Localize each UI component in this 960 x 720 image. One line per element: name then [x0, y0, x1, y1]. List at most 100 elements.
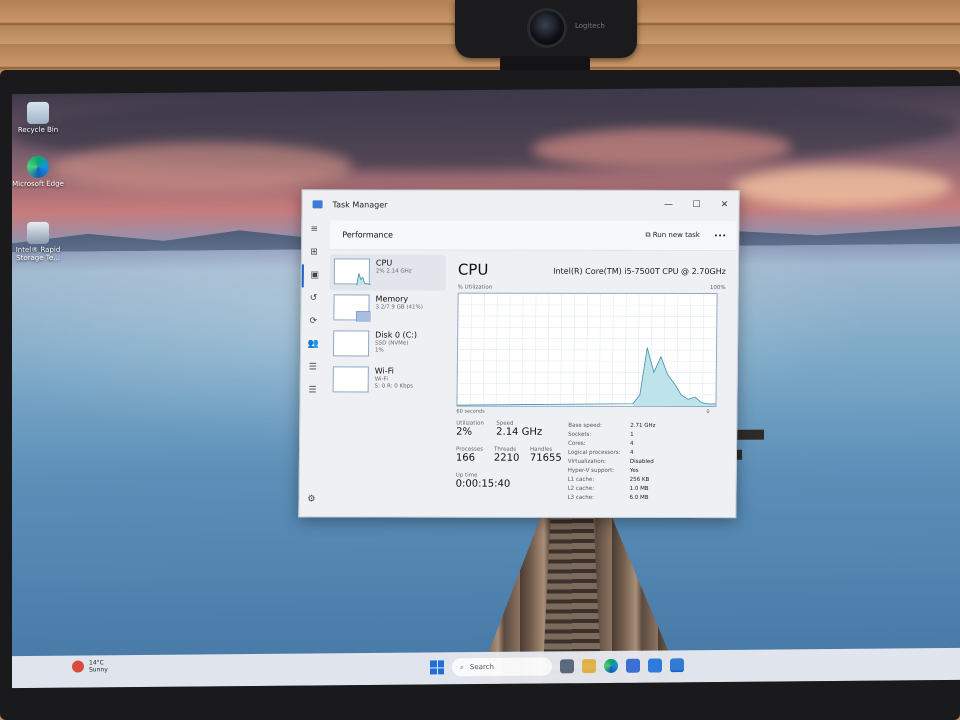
spec-value: Disabled: [629, 458, 654, 465]
maximize-button[interactable]: ☐: [682, 200, 710, 210]
resource-sub2: 1%: [375, 347, 384, 354]
spec-value: Yes: [629, 467, 639, 474]
task-manager-window[interactable]: Task Manager — ☐ ✕ ≡ ⊞ ▣ ↺ ⟳ 👥 ☰ ☰ ⚙ Per…: [298, 189, 740, 519]
resource-disk[interactable]: Disk 0 (C:) SSD (NVMe) 1%: [329, 326, 445, 362]
weather-widget[interactable]: 14°C Sunny: [72, 659, 108, 673]
cpu-specs: Base speed: 2.71 GHz Sockets: 1 Cores: 4 Logic…: [567, 423, 728, 504]
store-icon[interactable]: [626, 658, 640, 673]
resource-sub: 3.2/7.9 GB (41%): [375, 304, 423, 311]
title-bar[interactable]: Task Manager — ☐ ✕: [302, 190, 738, 219]
spec-row: L3 cache: 6.0 MB: [567, 495, 727, 504]
resource-memory[interactable]: Memory 3.2/7.9 GB (41%): [329, 290, 445, 326]
spec-key: Hyper-V support:: [567, 467, 615, 474]
stat-value: 166: [455, 452, 476, 464]
start-button[interactable]: [430, 660, 444, 675]
resource-name: Disk 0 (C:): [375, 330, 418, 340]
nav-details-icon[interactable]: ☰: [301, 356, 325, 379]
desktop-icon-recycle-bin[interactable]: Recycle Bin: [12, 101, 64, 135]
task-manager-app-icon: [312, 200, 323, 209]
spec-row: L2 cache: 1.0 MB: [568, 486, 728, 495]
spec-key: L3 cache:: [567, 494, 594, 501]
stat-value: 0:00:15:40: [455, 478, 511, 490]
webcam-lens: [527, 8, 567, 48]
resource-list: CPU 2% 2.14 GHz Memory 3.2/7.9 GB (41%): [327, 254, 447, 516]
spec-key: L1 cache:: [567, 476, 595, 483]
stat-value: 2%: [456, 426, 473, 438]
file-explorer-icon[interactable]: [582, 659, 596, 674]
recycle-bin-icon: [27, 101, 49, 125]
nav-performance-icon[interactable]: ▣: [301, 264, 326, 288]
disk-thumbnail: [332, 330, 370, 357]
window-title: Task Manager: [332, 199, 388, 209]
spec-key: Sockets:: [568, 431, 592, 438]
edge-taskbar-icon[interactable]: [604, 658, 618, 673]
minimize-button[interactable]: —: [655, 200, 683, 210]
stat-speed: Speed 2.14 GHz: [496, 421, 542, 438]
nav-app-history-icon[interactable]: ↺: [301, 287, 325, 310]
task-manager-taskbar-icon[interactable]: [670, 658, 684, 673]
run-new-task-label: Run new task: [652, 230, 700, 240]
cpu-utilization-graph: [456, 292, 718, 408]
desktop-icon-label: Intel® Rapid Storage Te...: [15, 245, 61, 263]
spec-row: Sockets: 1: [568, 432, 728, 441]
stat-utilization: Utilization 2%: [456, 421, 484, 438]
spec-row: Cores: 4: [568, 441, 728, 450]
resource-wifi[interactable]: Wi-Fi Wi-Fi S: 0 R: 0 Kbps: [329, 362, 445, 398]
cloud-glow: [732, 165, 952, 208]
desktop-icon-label: Microsoft Edge: [12, 179, 64, 189]
stat-uptime: Up time 0:00:15:40: [456, 473, 511, 490]
resource-sub: 2% 2.14 GHz: [375, 268, 412, 275]
desktop-icon-edge[interactable]: Microsoft Edge: [12, 155, 64, 189]
desktop-icon-label: Recycle Bin: [17, 125, 59, 135]
spec-value: 4: [630, 440, 634, 447]
nav-startup-icon[interactable]: ⟳: [301, 310, 325, 333]
stat-value: 2210: [493, 452, 520, 464]
nav-users-icon[interactable]: 👥: [301, 333, 325, 356]
app-icon[interactable]: [648, 658, 662, 673]
monitor: Recycle Bin Microsoft Edge Intel® Rapid …: [0, 70, 960, 720]
stat-handles: Handles 71655: [530, 447, 562, 464]
cpu-detail-pane: CPU Intel(R) Core(TM) i5-7500T CPU @ 2.7…: [455, 257, 734, 517]
spec-key: Base speed:: [568, 422, 602, 429]
side-nav: ≡ ⊞ ▣ ↺ ⟳ 👥 ☰ ☰ ⚙: [299, 218, 326, 516]
spec-value: 256 KB: [629, 476, 650, 483]
edge-icon: [27, 155, 49, 179]
detail-title: CPU: [457, 260, 489, 279]
page-header: Performance ⧉ Run new task •••: [330, 220, 737, 252]
wifi-thumbnail: [332, 366, 369, 393]
stat-value: 2.14 GHz: [496, 426, 543, 438]
stat-processes: Processes 166: [456, 447, 483, 464]
resource-name: Memory: [375, 294, 409, 304]
nav-processes-icon[interactable]: ⊞: [302, 241, 326, 264]
hamburger-icon[interactable]: ≡: [302, 218, 326, 241]
more-options-icon[interactable]: •••: [714, 232, 726, 240]
webcam: Logitech: [455, 0, 637, 58]
spec-row: Virtualization: Disabled: [568, 459, 728, 468]
run-task-icon: ⧉: [645, 230, 653, 239]
search-box[interactable]: ⌕ Search: [452, 657, 552, 677]
nav-services-icon[interactable]: ☰: [300, 379, 324, 402]
spec-key: Cores:: [568, 440, 586, 447]
cpu-graph-svg: [457, 293, 717, 407]
graph-time-label: 60 seconds: [456, 408, 485, 415]
webcam-brand: Logitech: [575, 22, 605, 30]
spec-value: 2.71 GHz: [630, 422, 656, 429]
run-new-task-button[interactable]: ⧉ Run new task: [645, 231, 699, 240]
spec-row: Logical processors: 4: [568, 450, 728, 459]
spec-row: Hyper-V support: Yes: [568, 468, 728, 477]
stat-threads: Threads 2210: [494, 447, 520, 464]
spec-row: Base speed: 2.71 GHz: [568, 423, 728, 432]
weather-icon: [72, 660, 84, 673]
task-view-icon[interactable]: [560, 659, 574, 674]
resource-cpu[interactable]: CPU 2% 2.14 GHz: [329, 254, 447, 291]
spec-value: 6.0 MB: [629, 494, 649, 501]
spec-value: 4: [629, 449, 634, 456]
taskbar-center: ⌕ Search: [430, 656, 684, 677]
memory-thumbnail: [333, 294, 371, 322]
desktop-icon-intel-rst[interactable]: Intel® Rapid Storage Te...: [12, 221, 64, 263]
search-placeholder: Search: [469, 662, 494, 672]
spec-key: L2 cache:: [567, 485, 595, 492]
close-button[interactable]: ✕: [710, 200, 738, 210]
settings-gear-icon[interactable]: ⚙: [299, 488, 323, 511]
page-title: Performance: [342, 230, 393, 240]
